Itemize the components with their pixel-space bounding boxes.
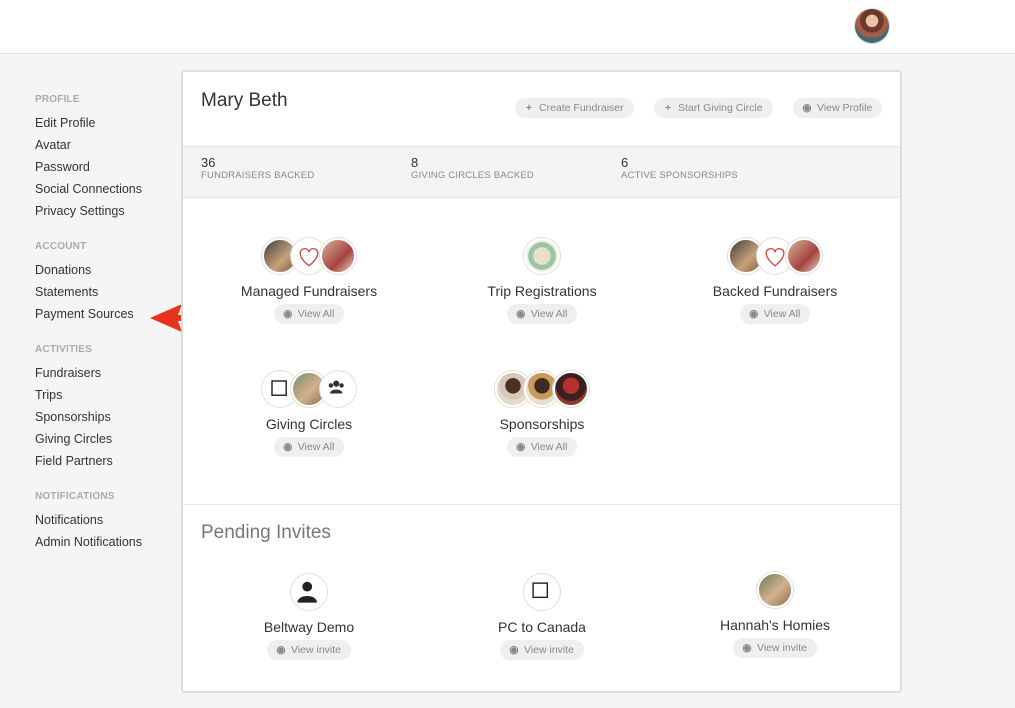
view-all-button[interactable]: ◉ View All [506,437,578,457]
eye-icon: ◉ [283,441,293,453]
profile-name: Mary Beth [201,90,288,111]
user-silhouette-icon [291,574,327,610]
tile-backed-fundraisers: Backed Fundraisers ◉ View All [675,238,875,324]
fundraiser-photo-icon [320,238,356,274]
tile-managed-fundraisers: Managed Fundraisers ◉ View All [209,238,409,324]
plus-icon: + [525,102,533,114]
section-divider [183,504,900,505]
eye-icon: ◉ [509,644,519,656]
invite-title: PC to Canada [498,619,586,635]
eye-icon: ◉ [276,644,286,656]
sidebar-item-social-connections[interactable]: Social Connections [35,178,175,200]
sidebar-item-edit-profile[interactable]: Edit Profile [35,112,175,134]
fundraiser-photo-icon [786,238,822,274]
eye-icon: ◉ [802,102,812,114]
top-bar [0,0,1015,54]
pending-invites-title: Pending Invites [201,522,331,543]
profile-card: Mary Beth + Create Fundraiser + Start Givi… [181,70,902,693]
tile-title: Backed Fundraisers [712,283,838,299]
tile-title: Giving Circles [265,416,353,432]
sidebar-item-fundraisers[interactable]: Fundraisers [35,362,175,384]
tile-title: Sponsorships [499,416,585,432]
invite-title: Beltway Demo [263,619,355,635]
sidebar-section-title: PROFILE [35,94,80,105]
view-invite-button[interactable]: ◉ View invite [267,640,351,660]
view-profile-button[interactable]: ◉ View Profile [793,98,883,118]
tile-title: Trip Registrations [487,283,597,299]
child-photo-icon [553,371,589,407]
tile-title: Managed Fundraisers [240,283,378,299]
trip-badge-icon [524,238,560,274]
sidebar-item-trips[interactable]: Trips [35,384,175,406]
sidebar-item-statements[interactable]: Statements [35,281,175,303]
sidebar-item-admin-notifications[interactable]: Admin Notifications [35,531,175,553]
sidebar-section-profile: PROFILE Edit Profile Avatar Password Soc… [35,94,175,222]
view-all-button[interactable]: ◉ View All [506,304,578,324]
stat-fundraisers-backed: 36 FUNDRAISERS BACKED [201,155,315,181]
pure-logo-icon [524,574,560,610]
tile-sponsorships: Sponsorships ◉ View All [442,371,642,457]
start-giving-circle-button[interactable]: + Start Giving Circle [654,98,773,118]
view-all-button[interactable]: ◉ View All [739,304,811,324]
sidebar-item-donations[interactable]: Donations [35,259,175,281]
sidebar-section-title: NOTIFICATIONS [35,491,115,502]
sidebar-item-sponsorships[interactable]: Sponsorships [35,406,175,428]
sidebar-item-notifications[interactable]: Notifications [35,509,175,531]
stat-giving-circles-backed: 8 GIVING CIRCLES BACKED [411,155,534,181]
sidebar-section-activities: ACTIVITIES Fundraisers Trips Sponsorship… [35,344,175,472]
people-group-icon [320,371,356,407]
eye-icon: ◉ [283,308,293,320]
stats-bar: 36 FUNDRAISERS BACKED 8 GIVING CIRCLES B… [183,146,900,198]
view-all-button[interactable]: ◉ View All [273,437,345,457]
view-invite-button[interactable]: ◉ View invite [733,638,817,658]
view-invite-button[interactable]: ◉ View invite [500,640,584,660]
user-avatar[interactable] [854,8,890,44]
plus-icon: + [664,102,672,114]
sidebar-item-privacy-settings[interactable]: Privacy Settings [35,200,175,222]
invite-title: Hannah's Homies [719,617,831,633]
sidebar-item-field-partners[interactable]: Field Partners [35,450,175,472]
view-all-button[interactable]: ◉ View All [273,304,345,324]
eye-icon: ◉ [749,308,759,320]
sidebar-item-avatar[interactable]: Avatar [35,134,175,156]
sidebar-section-notifications: NOTIFICATIONS Notifications Admin Notifi… [35,491,175,553]
group-photo-icon [757,572,793,608]
eye-icon: ◉ [516,441,526,453]
invite-hannahs-homies: Hannah's Homies ◉ View invite [675,572,875,658]
invite-beltway-demo: Beltway Demo ◉ View invite [209,574,409,660]
eye-icon: ◉ [742,642,752,654]
tile-trip-registrations: Trip Registrations ◉ View All [442,238,642,324]
create-fundraiser-button[interactable]: + Create Fundraiser [515,98,634,118]
sidebar-section-title: ACCOUNT [35,241,87,252]
sidebar-section-title: ACTIVITIES [35,344,93,355]
invite-pc-to-canada: PC to Canada ◉ View invite [442,574,642,660]
sidebar-item-password[interactable]: Password [35,156,175,178]
tile-giving-circles: Giving Circles ◉ View All [209,371,409,457]
stat-active-sponsorships: 6 ACTIVE SPONSORSHIPS [621,155,738,181]
sidebar-item-giving-circles[interactable]: Giving Circles [35,428,175,450]
eye-icon: ◉ [516,308,526,320]
